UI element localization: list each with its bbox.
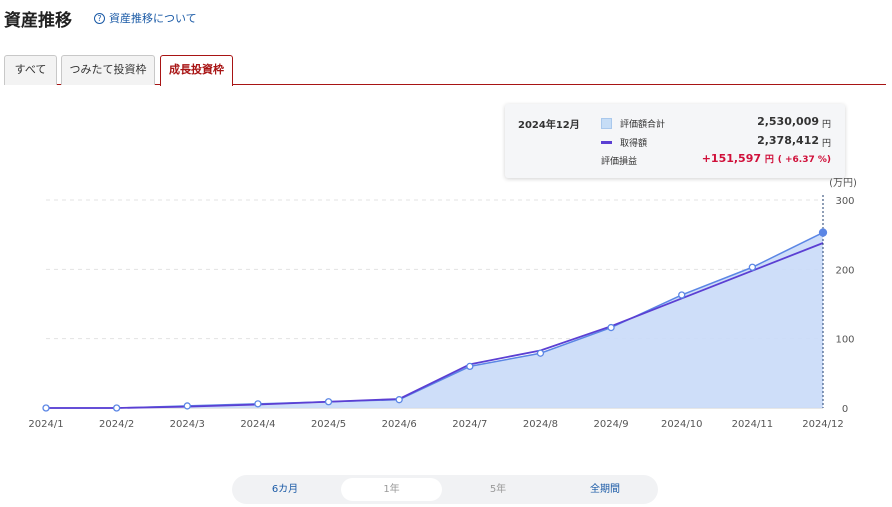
valuation-point-1[interactable] (112, 404, 121, 412)
x-tick-label-8: 2024/9 (593, 419, 628, 430)
x-tick-label-3: 2024/4 (240, 419, 275, 430)
valuation-point-5[interactable] (395, 396, 403, 404)
range-all-period[interactable]: 全期間 (552, 478, 658, 501)
range-1-year[interactable]: 1年 (341, 478, 442, 501)
valuation-point-4[interactable] (324, 398, 333, 406)
tooltip-gain-value: +151,597 (701, 152, 762, 165)
range-selector: 6カ月 1年 5年 全期間 (232, 475, 658, 504)
x-tick-label-7: 2024/8 (523, 419, 558, 430)
tab-bar: すべて つみたて投資枠 成長投資枠 (4, 55, 886, 86)
x-tick-label-9: 2024/10 (661, 419, 703, 430)
x-tick-label-10: 2024/11 (732, 419, 774, 430)
tab-tsumitate[interactable]: つみたて投資枠 (61, 55, 155, 85)
tooltip-row-gain: 評価損益 +151,597 円 ( +6.37 %) (601, 152, 833, 168)
valuation-point-11[interactable] (818, 228, 828, 237)
tooltip-gain-unit: 円 (764, 155, 774, 165)
tab-all[interactable]: すべて (4, 55, 57, 85)
valuation-point-0[interactable] (42, 404, 50, 412)
valuation-point-8[interactable] (607, 323, 615, 332)
tooltip-period: 2024年12月 (518, 120, 580, 131)
chart-plot (42, 195, 828, 412)
x-tick-label-11: 2024/12 (802, 419, 844, 430)
tooltip-valuation-unit: 円 (821, 120, 831, 130)
valuation-point-2[interactable] (183, 402, 191, 410)
valuation-point-9[interactable] (678, 291, 686, 299)
tooltip-cost-label: 取得額 (620, 139, 648, 149)
y-tick-label-0: 0 (842, 404, 848, 415)
legend-swatch-cost (601, 141, 612, 144)
legend-swatch-valuation (601, 118, 612, 129)
tooltip-valuation-label: 評価額合計 (620, 120, 666, 130)
x-tick-label-1: 2024/2 (99, 419, 134, 430)
valuation-point-7[interactable] (536, 349, 545, 357)
tooltip-cost-unit: 円 (821, 139, 831, 149)
asset-chart: 0 100 200 300 (万円) 2024/1 2024/2 2024/3 2024/4 20… (28, 178, 857, 430)
tooltip-cost-value: 2,378,412 (757, 134, 819, 147)
tooltip-gain-label: 評価損益 (601, 157, 638, 167)
valuation-point-3[interactable] (254, 400, 262, 408)
help-link[interactable]: ? 資産推移について (94, 10, 197, 26)
valuation-point-6[interactable] (466, 362, 474, 371)
question-circle-icon: ? (94, 12, 105, 24)
chart-tooltip: 2024年12月 評価額合計 2,530,009 円 取得額 2,378,412… (505, 104, 845, 178)
x-tick-label-2: 2024/3 (170, 419, 205, 430)
y-tick-label-2: 200 (835, 265, 854, 276)
x-tick-label-5: 2024/6 (382, 419, 417, 430)
tooltip-valuation-value: 2,530,009 (757, 115, 819, 128)
y-axis-unit: (万円) (829, 178, 857, 189)
x-tick-label-0: 2024/1 (28, 419, 63, 430)
valuation-point-10[interactable] (748, 263, 757, 271)
x-tick-label-4: 2024/5 (311, 419, 346, 430)
y-tick-label-1: 100 (835, 335, 854, 346)
page-title: 資産推移 (4, 11, 72, 31)
tooltip-gain: +151,597 円 ( +6.37 %) (702, 152, 831, 165)
y-tick-label-3: 300 (835, 196, 854, 207)
range-5-years: 5年 (489, 484, 507, 495)
tab-growth[interactable]: 成長投資枠 (160, 55, 233, 86)
range-6-months[interactable]: 6カ月 (232, 478, 338, 501)
tooltip-row-valuation: 評価額合計 2,530,009 円 (601, 115, 833, 131)
help-link-label: 資産推移について (109, 12, 197, 25)
tooltip-row-cost: 取得額 2,378,412 円 (601, 134, 833, 150)
tooltip-gain-pct: ( +6.37 %) (777, 155, 831, 165)
x-tick-label-6: 2024/7 (452, 419, 487, 430)
